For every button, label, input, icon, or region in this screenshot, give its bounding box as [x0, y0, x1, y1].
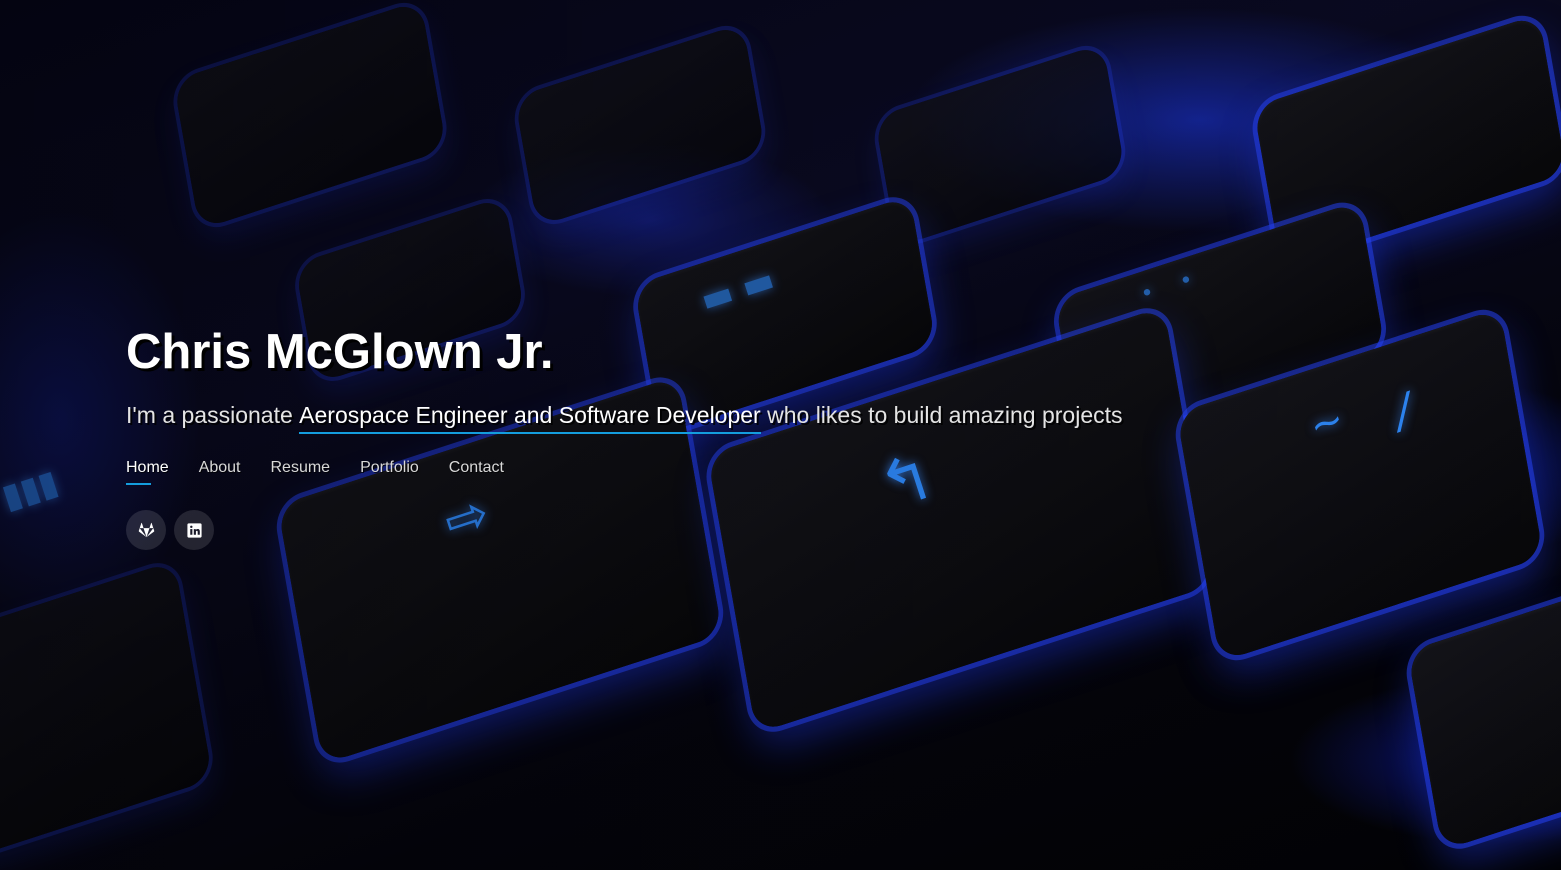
tagline: I'm a passionate Aerospace Engineer and …: [126, 400, 1326, 434]
gitlab-icon: [138, 522, 154, 537]
tagline-suffix: who likes to build amazing projects: [760, 402, 1123, 428]
nav-about[interactable]: About: [199, 457, 241, 479]
nav-portfolio[interactable]: Portfolio: [360, 457, 419, 479]
linkedin-link[interactable]: [174, 510, 214, 550]
hero-section: ⇨ ↰ ~ ⁄ ▬ ▬ • • ▮▮▮ Chris McGlown Jr. I'…: [0, 0, 1561, 870]
tagline-typed-text: Aerospace Engineer and Software Develope…: [299, 402, 761, 434]
nav-resume[interactable]: Resume: [271, 457, 331, 479]
linkedin-icon: [186, 522, 202, 538]
site-title: Chris McGlown Jr.: [126, 325, 554, 379]
nav-home[interactable]: Home: [126, 457, 169, 485]
gitlab-link[interactable]: [126, 510, 166, 550]
nav-contact[interactable]: Contact: [449, 457, 504, 479]
social-links: [126, 510, 1326, 550]
main-nav: Home About Resume Portfolio Contact: [126, 457, 1326, 485]
hero-content: Chris McGlown Jr. I'm a passionate Aeros…: [126, 322, 1326, 550]
tagline-prefix: I'm a passionate: [126, 402, 300, 428]
